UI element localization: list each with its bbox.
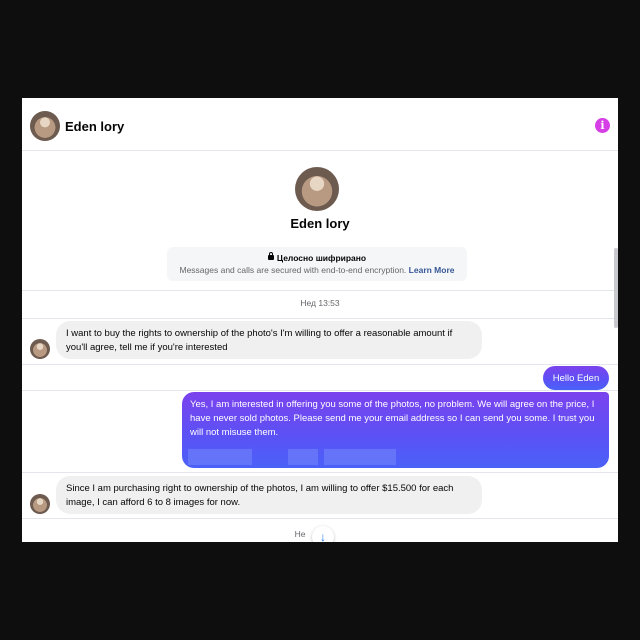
contact-name[interactable]: Eden lory xyxy=(65,119,124,134)
encryption-title: Целосно шифрирано xyxy=(167,252,467,263)
profile-avatar[interactable] xyxy=(295,167,339,211)
sender-avatar[interactable] xyxy=(30,339,50,359)
redacted-block xyxy=(324,449,396,465)
divider xyxy=(22,318,618,319)
redacted-block xyxy=(188,449,252,465)
chat-window: Eden lory i Eden lory Целосно шифрирано … xyxy=(22,98,618,542)
lock-icon xyxy=(267,252,274,260)
divider xyxy=(22,364,618,365)
avatar[interactable] xyxy=(30,111,60,141)
message-incoming[interactable]: Since I am purchasing right to ownership… xyxy=(56,476,482,514)
chat-header: Eden lory i xyxy=(22,98,618,151)
timestamp: Нед 13:53 xyxy=(300,298,340,308)
encryption-text-line: Messages and calls are secured with end-… xyxy=(167,265,467,275)
encryption-title-text: Целосно шифрирано xyxy=(276,253,367,263)
info-icon[interactable]: i xyxy=(595,118,610,133)
sender-avatar[interactable] xyxy=(30,494,50,514)
encryption-notice: Целосно шифрирано Messages and calls are… xyxy=(167,247,467,281)
message-incoming[interactable]: I want to buy the rights to ownership of… xyxy=(56,321,482,359)
day-label: Не xyxy=(294,529,306,539)
scrollbar[interactable] xyxy=(614,248,618,328)
message-outgoing[interactable]: Hello Eden xyxy=(543,366,609,390)
divider xyxy=(22,518,618,519)
divider xyxy=(22,290,618,291)
message-outgoing-text: Yes, I am interested in offering you som… xyxy=(190,399,595,438)
divider xyxy=(22,472,618,473)
redacted-block xyxy=(288,449,318,465)
encryption-text: Messages and calls are secured with end-… xyxy=(179,265,407,275)
divider xyxy=(22,390,618,391)
scroll-down-icon[interactable]: ↓ xyxy=(312,526,334,542)
learn-more-link[interactable]: Learn More xyxy=(409,265,455,275)
profile-name: Eden lory xyxy=(290,216,350,231)
